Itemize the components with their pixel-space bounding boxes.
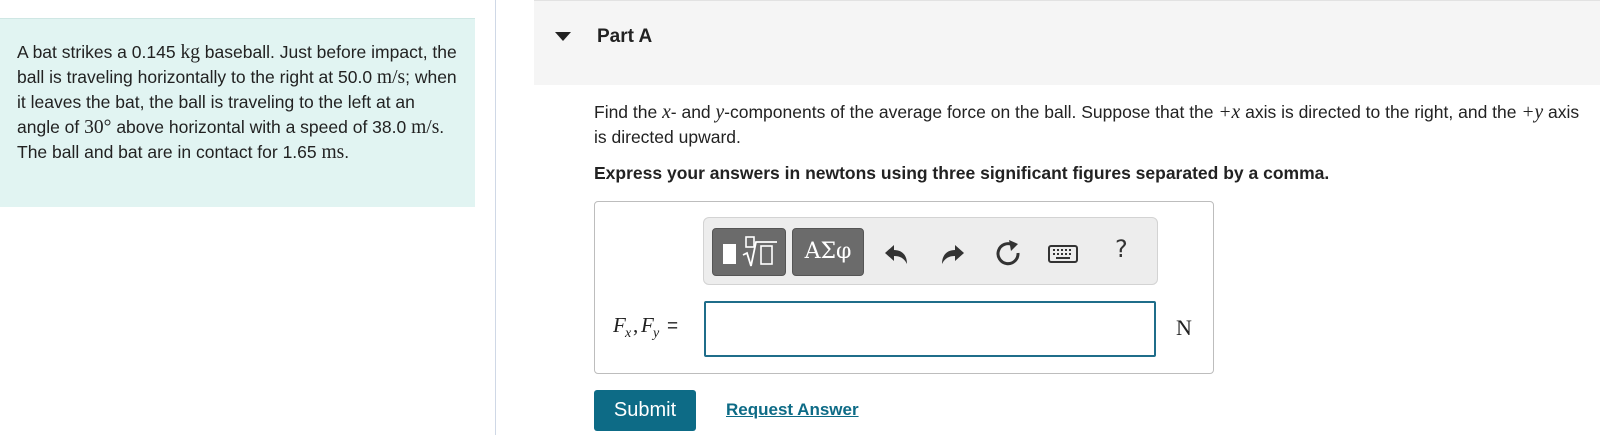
answer-label-math: F x , F y = — [612, 313, 678, 341]
svg-text:y: y — [651, 326, 660, 341]
column-divider — [495, 0, 496, 435]
unit-label: N — [1176, 315, 1192, 340]
problem-text-4: above horizontal with a speed of 38.0 — [111, 117, 412, 137]
templates-icon — [723, 236, 777, 267]
help-icon[interactable]: ? — [1115, 235, 1128, 263]
templates-button[interactable] — [712, 228, 786, 276]
angle-value: 30° — [84, 117, 112, 138]
unit-m-per-s-2: m/s — [411, 117, 440, 138]
question-text-1: Find the — [594, 102, 663, 122]
problem-panel: A bat strikes a 0.145 kg baseball. Just … — [0, 18, 475, 207]
math-plus-y: +y — [1521, 102, 1544, 123]
math-plus-x: +x — [1218, 102, 1241, 123]
question-text-3: -components of the average force on the … — [724, 102, 1219, 122]
unit-kg: kg — [180, 42, 200, 63]
collapse-caret-icon[interactable] — [555, 32, 571, 41]
unit-m-per-s: m/s — [376, 67, 406, 88]
svg-text:x: x — [624, 326, 632, 341]
math-y: y — [715, 102, 725, 123]
problem-text-1: A bat strikes a 0.145 — [17, 42, 181, 62]
question-text-4: axis is directed to the right, and the — [1240, 102, 1522, 122]
part-title: Part A — [597, 26, 653, 47]
problem-statement: A bat strikes a 0.145 kg baseball. Just … — [17, 40, 457, 165]
answer-box: ΑΣφ ? F x , F y = N — [594, 201, 1214, 374]
svg-text:F: F — [640, 313, 654, 337]
answer-input[interactable] — [704, 301, 1156, 357]
svg-text:,: , — [633, 313, 638, 337]
unit-ms: ms — [321, 142, 345, 163]
problem-text-6: . — [344, 142, 350, 162]
undo-icon[interactable] — [880, 236, 914, 270]
answer-instruction: Express your answers in newtons using th… — [594, 163, 1330, 183]
math-toolbar: ΑΣφ ? — [703, 217, 1158, 285]
part-header[interactable]: Part A — [534, 0, 1600, 85]
greek-symbols-button[interactable]: ΑΣφ — [792, 228, 864, 276]
math-x: x — [662, 102, 671, 123]
redo-icon[interactable] — [935, 236, 969, 270]
question-text-2: - and — [670, 102, 716, 122]
svg-text:=: = — [667, 316, 678, 337]
request-answer-link[interactable]: Request Answer — [726, 400, 859, 420]
answer-label: F x , F y = — [612, 313, 693, 347]
question-text: Find the x- and y-components of the aver… — [594, 100, 1594, 149]
reset-icon[interactable] — [991, 236, 1025, 270]
submit-button[interactable]: Submit — [594, 390, 696, 431]
keyboard-icon[interactable] — [1046, 236, 1080, 270]
